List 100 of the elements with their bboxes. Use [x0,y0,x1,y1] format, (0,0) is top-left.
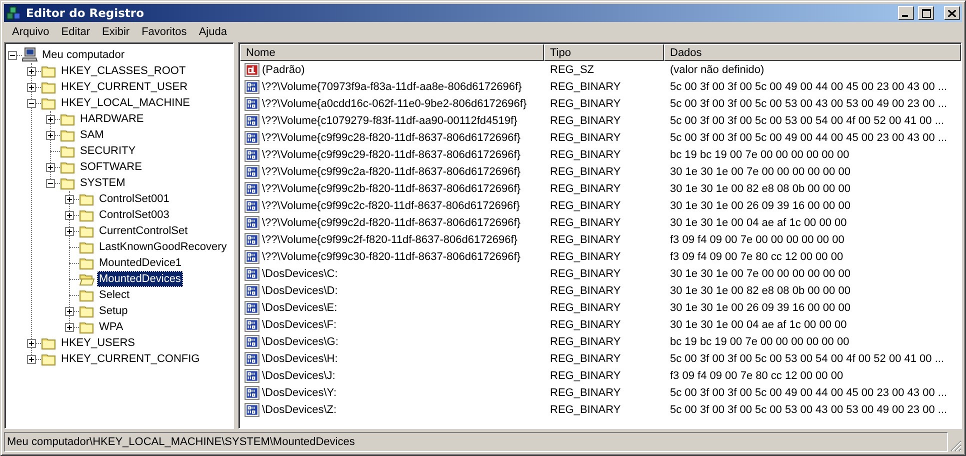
tree-item[interactable]: WPA [97,319,126,335]
tree-item[interactable]: ControlSet001 [97,191,172,207]
expand-icon[interactable] [27,339,36,348]
menu-item[interactable]: Editar [55,26,96,38]
value-type: REG_BINARY [549,148,622,160]
value-name[interactable]: \??\Volume{c9f99c2f-f820-11df-8637-806d6172696f} [262,234,518,246]
value-data: f3 09 f4 09 00 7e 80 cc 12 00 00 00 [669,370,844,382]
value-name[interactable]: \DosDevices\F: [262,318,337,330]
expand-icon[interactable] [65,211,74,220]
value-data: 30 1e 30 1e 00 26 09 39 16 00 00 00 [669,302,850,314]
value-type: REG_BINARY [549,216,622,228]
value-name[interactable]: \??\Volume{c9f99c2d-f820-11df-8637-806d6172696f} [262,216,521,228]
value-name[interactable]: \??\Volume{c9f99c2c-f820-11df-8637-806d6172696f} [262,200,520,212]
value-name[interactable]: \DosDevices\H: [262,352,338,364]
value-name[interactable]: \??\Volume{c9f99c29-f820-11df-8637-806d6172696f} [262,148,521,160]
value-data: 30 1e 30 1e 00 7e 00 00 00 00 00 00 [669,268,850,280]
tree-item[interactable]: HARDWARE [78,111,146,127]
tree-item[interactable]: SECURITY [78,143,138,159]
value-name[interactable]: \DosDevices\Y: [262,386,337,398]
tree-item[interactable]: SOFTWARE [78,159,144,175]
collapse-icon[interactable] [8,51,17,60]
binary-value-icon [244,266,260,282]
menu-item[interactable]: Exibir [96,26,136,38]
value-data: f3 09 f4 09 00 7e 00 00 00 00 00 00 [669,234,844,246]
value-data: 5c 00 3f 00 3f 00 5c 00 53 00 54 00 4f 00 52 00 41 00 ... [669,114,944,126]
value-type: REG_BINARY [549,132,622,144]
expand-icon[interactable] [27,355,36,364]
cubes-icon [6,5,22,21]
maximize-button[interactable] [918,6,934,20]
menu-item[interactable]: Arquivo [6,26,56,38]
tree-item[interactable]: MountedDevice1 [97,255,184,271]
value-type: REG_BINARY [549,404,622,416]
expand-icon[interactable] [46,131,55,140]
collapse-icon[interactable] [46,179,55,188]
expand-icon[interactable] [65,323,74,332]
value-type: REG_BINARY [549,250,622,262]
value-type: REG_BINARY [549,80,622,92]
value-data: f3 09 f4 09 00 7e 80 cc 12 00 00 00 [669,250,844,262]
tree-item[interactable]: MountedDevices [97,271,183,287]
value-data: 30 1e 30 1e 00 82 e8 08 0b 00 00 00 [669,284,850,296]
value-data: (valor não definido) [669,64,764,76]
expand-icon[interactable] [65,195,74,204]
value-type: REG_BINARY [549,336,622,348]
column-header[interactable]: Tipo [544,44,664,61]
tree-item[interactable]: CurrentControlSet [97,223,190,239]
tree-item[interactable]: SAM [78,127,106,143]
binary-value-icon [244,300,260,316]
tree-item[interactable]: HKEY_CURRENT_CONFIG [59,351,202,367]
menu-item[interactable]: Ajuda [192,26,233,38]
binary-value-icon [244,402,260,418]
binary-value-icon [244,78,260,94]
binary-value-icon [244,96,260,112]
value-type: REG_BINARY [549,302,622,314]
value-type: REG_BINARY [549,268,622,280]
value-name[interactable]: \??\Volume{c9f99c2b-f820-11df-8637-806d6172696f} [262,182,521,194]
value-name[interactable]: \??\Volume{c9f99c28-f820-11df-8637-806d6172696f} [262,132,521,144]
value-name[interactable]: \DosDevices\D: [262,284,338,296]
tree-item[interactable]: LastKnownGoodRecovery [97,239,229,255]
tree-item[interactable]: HKEY_CURRENT_USER [59,79,190,95]
expand-icon[interactable] [27,83,36,92]
collapse-icon[interactable] [27,99,36,108]
value-data: 30 1e 30 1e 00 7e 00 00 00 00 00 00 [669,166,850,178]
tree-item[interactable]: HKEY_LOCAL_MACHINE [59,95,192,111]
menu-item[interactable]: Favoritos [136,26,193,38]
resize-grip-icon[interactable] [948,438,962,452]
binary-value-icon [244,248,260,264]
expand-icon[interactable] [27,67,36,76]
value-name[interactable]: \DosDevices\J: [262,370,336,382]
value-type: REG_BINARY [549,182,622,194]
expand-icon[interactable] [46,115,55,124]
tree-item[interactable]: Setup [97,303,130,319]
value-name[interactable]: \DosDevices\E: [262,302,338,314]
binary-value-icon [244,180,260,196]
tree-item[interactable]: Select [97,287,132,303]
value-name[interactable]: (Padrão) [262,64,305,76]
value-data: 5c 00 3f 00 3f 00 5c 00 53 00 54 00 4f 00 52 00 41 00 ... [669,352,944,364]
value-name[interactable]: \??\Volume{a0cdd16c-062f-11e0-9be2-806d6172696f} [262,98,527,110]
value-name[interactable]: \??\Volume{70973f9a-f83a-11df-aa8e-806d6172696f} [262,80,522,92]
value-name[interactable]: \DosDevices\G: [262,336,338,348]
expand-icon[interactable] [65,227,74,236]
minimize-button[interactable] [898,6,914,20]
column-header[interactable]: Dados [664,44,961,61]
tree-item[interactable]: HKEY_USERS [59,335,137,351]
expand-icon[interactable] [46,163,55,172]
value-name[interactable]: \??\Volume{c9f99c30-f820-11df-8637-806d6172696f} [262,250,521,262]
tree-item[interactable]: SYSTEM [78,175,128,191]
value-name[interactable]: \??\Volume{c1079279-f83f-11df-aa90-00112fd4519f} [262,114,518,126]
value-name[interactable]: \??\Volume{c9f99c2a-f820-11df-8637-806d6172696f} [262,166,521,178]
tree-item[interactable]: Meu computador [40,47,127,63]
value-name[interactable]: \DosDevices\Z: [262,404,337,416]
tree-item[interactable]: HKEY_CLASSES_ROOT [59,63,188,79]
value-data: 30 1e 30 1e 00 04 ae af 1c 00 00 00 [669,216,847,228]
value-data: 5c 00 3f 00 3f 00 5c 00 53 00 43 00 53 00 49 00 23 00 ... [669,404,948,416]
close-button[interactable] [944,6,960,20]
tree-item[interactable]: ControlSet003 [97,207,172,223]
column-header[interactable]: Nome [240,44,544,61]
value-data: 5c 00 3f 00 3f 00 5c 00 49 00 44 00 45 00 23 00 43 00 ... [669,80,948,92]
expand-icon[interactable] [65,307,74,316]
value-name[interactable]: \DosDevices\C: [262,268,338,280]
value-type: REG_BINARY [549,284,622,296]
